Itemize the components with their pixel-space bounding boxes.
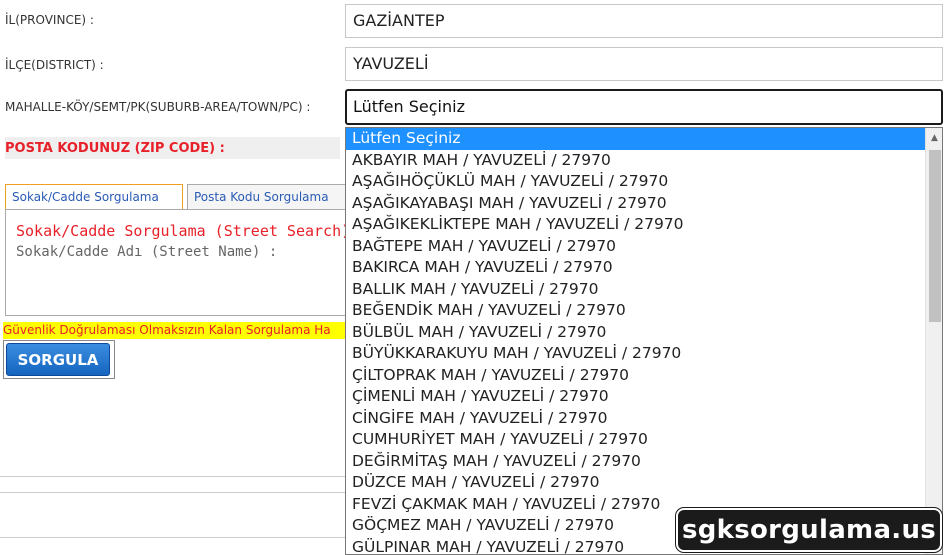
dropdown-option[interactable]: BAKIRCA MAH / YAVUZELİ / 27970 [346, 257, 926, 279]
zip-code-label: POSTA KODUNUZ (ZIP CODE) : [5, 141, 225, 156]
scroll-up-arrow-icon[interactable]: ▲ [926, 130, 942, 147]
page-root: İL(PROVINCE) : GAZİANTEP İLÇE(DISTRICT) … [0, 0, 945, 555]
province-field[interactable]: GAZİANTEP [345, 4, 943, 38]
search-button[interactable]: SORGULA [6, 343, 110, 376]
dropdown-option[interactable]: BÜYÜKKARAKUYU MAH / YAVUZELİ / 27970 [346, 343, 926, 365]
dropdown-option[interactable]: ÇİMENLİ MAH / YAVUZELİ / 27970 [346, 386, 926, 408]
dropdown-option[interactable]: BAĞTEPE MAH / YAVUZELİ / 27970 [346, 236, 926, 258]
dropdown-option[interactable]: AŞAĞIHÖÇÜKLÜ MAH / YAVUZELİ / 27970 [346, 171, 926, 193]
dropdown-option[interactable]: DEĞİRMİTAŞ MAH / YAVUZELİ / 27970 [346, 451, 926, 473]
divider-line [0, 492, 345, 493]
dropdown-option[interactable]: CUMHURİYET MAH / YAVUZELİ / 27970 [346, 429, 926, 451]
suburb-dropdown-list[interactable]: Lütfen Seçiniz AKBAYIR MAH / YAVUZELİ / … [345, 127, 943, 555]
security-warning: Güvenlik Doğrulaması Olmaksızın Kalan So… [3, 322, 345, 339]
street-name-label: Sokak/Cadde Adı (Street Name) : [16, 244, 278, 260]
dropdown-option[interactable]: DÜZCE MAH / YAVUZELİ / 27970 [346, 472, 926, 494]
panel-title: Sokak/Cadde Sorgulama (Street Search) [16, 222, 351, 240]
search-button-frame: SORGULA [3, 340, 115, 379]
suburb-label: MAHALLE-KÖY/SEMT/PK(SUBURB-AREA/TOWN/PC)… [5, 100, 311, 114]
dropdown-option[interactable]: AKBAYIR MAH / YAVUZELİ / 27970 [346, 150, 926, 172]
district-label: İLÇE(DISTRICT) : [5, 58, 104, 72]
divider-line [0, 476, 345, 477]
tab-street-search[interactable]: Sokak/Cadde Sorgulama [5, 184, 183, 211]
dropdown-option[interactable]: BALLIK MAH / YAVUZELİ / 27970 [346, 279, 926, 301]
province-label: İL(PROVINCE) : [5, 13, 94, 27]
dropdown-scrollbar[interactable]: ▲ ▼ [925, 128, 942, 554]
dropdown-option[interactable]: AŞAĞIKEKLİKTEPE MAH / YAVUZELİ / 27970 [346, 214, 926, 236]
scroll-thumb[interactable] [929, 150, 941, 322]
watermark-logo: sgksorgulama.us [676, 508, 942, 552]
dropdown-option[interactable]: BÜLBÜL MAH / YAVUZELİ / 27970 [346, 322, 926, 344]
dropdown-option[interactable]: ÇİLTOPRAK MAH / YAVUZELİ / 27970 [346, 365, 926, 387]
suburb-select[interactable]: Lütfen Seçiniz [345, 89, 943, 125]
dropdown-option[interactable]: CİNGİFE MAH / YAVUZELİ / 27970 [346, 408, 926, 430]
divider-line [0, 537, 345, 538]
street-search-panel: Sokak/Cadde Sorgulama (Street Search) So… [5, 209, 350, 316]
dropdown-option[interactable]: Lütfen Seçiniz [346, 128, 926, 150]
dropdown-option[interactable]: AŞAĞIKAYABAŞI MAH / YAVUZELİ / 27970 [346, 193, 926, 215]
tab-zip-search[interactable]: Posta Kodu Sorgulama [187, 184, 347, 209]
district-field[interactable]: YAVUZELİ [345, 47, 943, 81]
dropdown-option[interactable]: BEĞENDİK MAH / YAVUZELİ / 27970 [346, 300, 926, 322]
